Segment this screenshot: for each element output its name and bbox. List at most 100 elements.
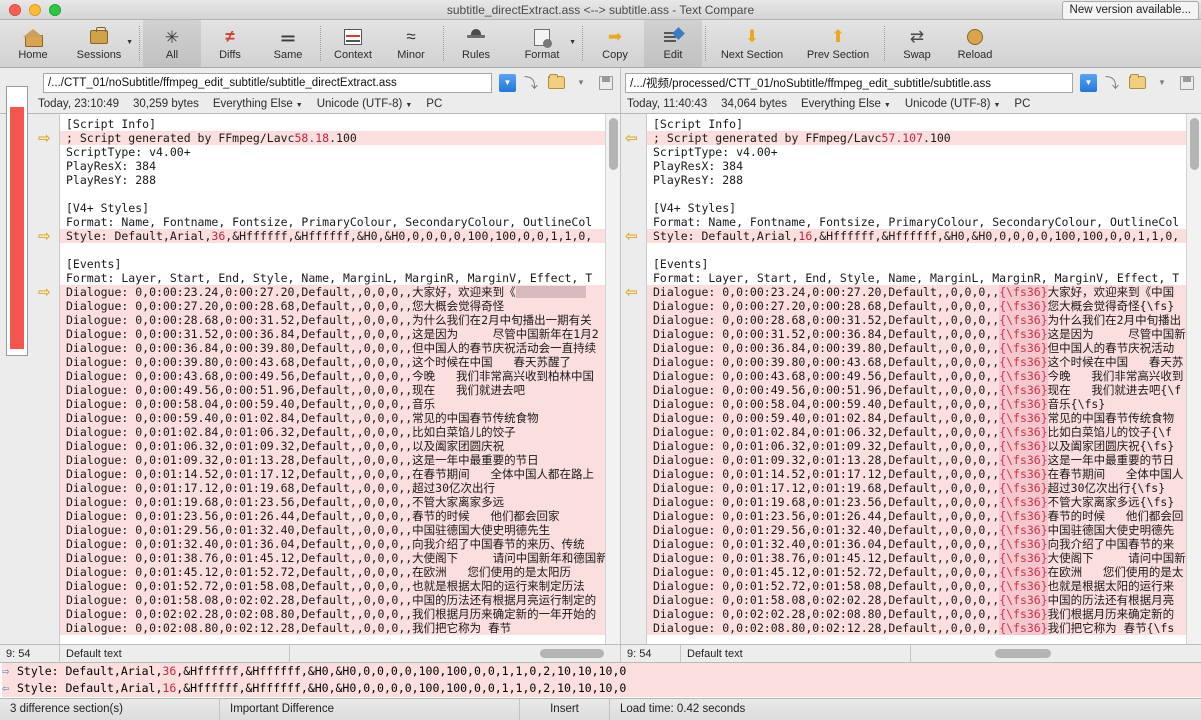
code-line[interactable]: PlayResX: 384: [60, 159, 605, 173]
right-ruleset-dropdown[interactable]: Everything Else ▼: [801, 98, 891, 110]
code-line[interactable]: [647, 243, 1186, 257]
right-code-area[interactable]: [Script Info]; Script generated by FFmpe…: [647, 114, 1186, 644]
code-line[interactable]: Style: Default,Arial,16,&Hffffff,&Hfffff…: [647, 229, 1186, 243]
toolbar-button-copy[interactable]: ➡ Copy: [586, 20, 644, 67]
code-line[interactable]: Dialogue: 0,0:02:02.28,0:02:08.80,Defaul…: [647, 607, 1186, 621]
left-path-input[interactable]: /.../CTT_01/noSubtitle/ffmpeg_edit_subti…: [43, 72, 492, 93]
code-line[interactable]: [V4+ Styles]: [60, 201, 605, 215]
detail-line[interactable]: ⇦ Style: Default,Arial,16,&Hffffff,&Hffff…: [2, 680, 1201, 697]
code-line[interactable]: Dialogue: 0,0:01:19.68,0:01:23.56,Defaul…: [60, 495, 605, 509]
right-path-dropdown-button[interactable]: ▼: [1080, 73, 1097, 92]
code-line[interactable]: Format: Name, Fontname, Fontsize, Primar…: [60, 215, 605, 229]
code-line[interactable]: Dialogue: 0,0:00:27.20,0:00:28.68,Defaul…: [60, 299, 605, 313]
right-vertical-scrollbar[interactable]: [1186, 114, 1201, 644]
left-hscroll-thumb[interactable]: [540, 648, 604, 658]
left-path-dropdown-button[interactable]: ▼: [499, 73, 516, 92]
right-scroll-thumb[interactable]: [1190, 118, 1199, 170]
right-horizontal-scrollbar[interactable]: [911, 645, 1201, 663]
code-line[interactable]: Dialogue: 0,0:01:06.32,0:01:09.32,Defaul…: [60, 439, 605, 453]
code-line[interactable]: Dialogue: 0,0:00:31.52,0:00:36.84,Defaul…: [647, 327, 1186, 341]
code-line[interactable]: PlayResX: 384: [647, 159, 1186, 173]
code-line[interactable]: Dialogue: 0,0:00:39.80,0:00:43.68,Defaul…: [647, 355, 1186, 369]
code-line[interactable]: Dialogue: 0,0:01:38.76,0:01:45.12,Defaul…: [60, 551, 605, 565]
code-line[interactable]: [Events]: [60, 257, 605, 271]
left-open-folder-icon[interactable]: [546, 73, 566, 93]
code-line[interactable]: Dialogue: 0,0:00:36.84,0:00:39.80,Defaul…: [647, 341, 1186, 355]
code-line[interactable]: Dialogue: 0,0:02:08.80,0:02:12.28,Defaul…: [647, 621, 1186, 635]
minimize-button[interactable]: [29, 3, 41, 16]
code-line[interactable]: Dialogue: 0,0:01:09.32,0:01:13.28,Defaul…: [647, 453, 1186, 467]
code-line[interactable]: Dialogue: 0,0:01:29.56,0:01:32.40,Defaul…: [60, 523, 605, 537]
left-browse-history-icon[interactable]: ⤵: [521, 73, 541, 93]
left-folder-dropdown-icon[interactable]: ▼: [571, 73, 591, 93]
code-line[interactable]: Dialogue: 0,0:00:43.68,0:00:49.56,Defaul…: [60, 369, 605, 383]
difference-detail-panel[interactable]: ⇨ Style: Default,Arial,36,&Hffffff,&Hffff…: [0, 662, 1201, 698]
toolbar-button-reload[interactable]: Reload: [946, 20, 1004, 67]
right-open-folder-icon[interactable]: [1127, 73, 1147, 93]
code-line[interactable]: Dialogue: 0,0:00:59.40,0:01:02.84,Defaul…: [60, 411, 605, 425]
right-encoding-dropdown[interactable]: Unicode (UTF-8) ▼: [905, 98, 1001, 110]
code-line[interactable]: Dialogue: 0,0:01:32.40,0:01:36.04,Defaul…: [647, 537, 1186, 551]
toolbar-button-swap[interactable]: ⇄ Swap: [888, 20, 946, 67]
code-line[interactable]: ; Script generated by FFmpeg/Lavc58.18.1…: [60, 131, 605, 145]
code-line[interactable]: Dialogue: 0,0:00:36.84,0:00:39.80,Defaul…: [60, 341, 605, 355]
code-line[interactable]: Dialogue: 0,0:01:45.12,0:01:52.72,Defaul…: [647, 565, 1186, 579]
code-line[interactable]: Dialogue: 0,0:00:23.24,0:00:27.20,Defaul…: [647, 285, 1186, 299]
code-line[interactable]: Dialogue: 0,0:01:17.12,0:01:19.68,Defaul…: [647, 481, 1186, 495]
code-line[interactable]: Dialogue: 0,0:01:19.68,0:01:23.56,Defaul…: [647, 495, 1186, 509]
toolbar-button-prev-section[interactable]: ⬆ Prev Section: [795, 20, 881, 67]
code-line[interactable]: PlayResY: 288: [60, 173, 605, 187]
code-line[interactable]: Dialogue: 0,0:00:43.68,0:00:49.56,Defaul…: [647, 369, 1186, 383]
code-line[interactable]: [647, 187, 1186, 201]
code-line[interactable]: Dialogue: 0,0:00:58.04,0:00:59.40,Defaul…: [60, 397, 605, 411]
difference-marker-arrow[interactable]: ⇨: [38, 131, 51, 146]
toolbar-button-all[interactable]: ✳ All: [143, 20, 201, 67]
code-line[interactable]: [Script Info]: [60, 117, 605, 131]
code-line[interactable]: Dialogue: 0,0:01:14.52,0:01:17.12,Defaul…: [647, 467, 1186, 481]
toolbar-button-next-section[interactable]: ⬇ Next Section: [709, 20, 795, 67]
code-line[interactable]: Dialogue: 0,0:01:38.76,0:01:45.12,Defaul…: [647, 551, 1186, 565]
code-line[interactable]: Dialogue: 0,0:00:59.40,0:01:02.84,Defaul…: [647, 411, 1186, 425]
toolbar-button-sessions[interactable]: Sessions ▼: [62, 20, 136, 67]
toolbar-button-same[interactable]: ＝ Same: [259, 20, 317, 67]
left-ruleset-dropdown[interactable]: Everything Else ▼: [213, 98, 303, 110]
code-line[interactable]: Dialogue: 0,0:01:23.56,0:01:26.44,Defaul…: [647, 509, 1186, 523]
code-line[interactable]: [Events]: [647, 257, 1186, 271]
code-line[interactable]: Format: Name, Fontname, Fontsize, Primar…: [647, 215, 1186, 229]
code-line[interactable]: Dialogue: 0,0:01:06.32,0:01:09.32,Defaul…: [647, 439, 1186, 453]
code-line[interactable]: [Script Info]: [647, 117, 1186, 131]
maximize-button[interactable]: [49, 3, 61, 16]
chevron-down-icon[interactable]: ▼: [569, 39, 576, 46]
code-line[interactable]: ScriptType: v4.00+: [60, 145, 605, 159]
window-controls[interactable]: [0, 3, 61, 16]
toolbar-button-format[interactable]: Format ▼: [505, 20, 579, 67]
left-diff-overview-map[interactable]: [0, 86, 34, 644]
difference-marker-arrow[interactable]: ⇦: [625, 229, 638, 244]
code-line[interactable]: Dialogue: 0,0:00:23.24,0:00:27.20,Defaul…: [60, 285, 605, 299]
chevron-down-icon[interactable]: ▼: [126, 39, 133, 46]
code-line[interactable]: Dialogue: 0,0:01:02.84,0:01:06.32,Defaul…: [647, 425, 1186, 439]
difference-marker-arrow[interactable]: ⇨: [38, 285, 51, 300]
code-line[interactable]: Dialogue: 0,0:01:52.72,0:01:58.08,Defaul…: [60, 579, 605, 593]
right-path-input[interactable]: /.../视频/processed/CTT_01/noSubtitle/ffmp…: [625, 72, 1073, 93]
code-line[interactable]: Dialogue: 0,0:01:17.12,0:01:19.68,Defaul…: [60, 481, 605, 495]
code-line[interactable]: Dialogue: 0,0:01:29.56,0:01:32.40,Defaul…: [647, 523, 1186, 537]
left-encoding-dropdown[interactable]: Unicode (UTF-8) ▼: [317, 98, 413, 110]
code-line[interactable]: Dialogue: 0,0:01:23.56,0:01:26.44,Defaul…: [60, 509, 605, 523]
code-line[interactable]: Dialogue: 0,0:00:49.56,0:00:51.96,Defaul…: [60, 383, 605, 397]
left-vertical-scrollbar[interactable]: [605, 114, 620, 644]
code-line[interactable]: [V4+ Styles]: [647, 201, 1186, 215]
code-line[interactable]: Dialogue: 0,0:01:02.84,0:01:06.32,Defaul…: [60, 425, 605, 439]
toolbar-button-edit[interactable]: Edit: [644, 20, 702, 67]
code-line[interactable]: Dialogue: 0,0:01:58.08,0:02:02.28,Defaul…: [647, 593, 1186, 607]
toolbar-button-minor[interactable]: ≈ Minor: [382, 20, 440, 67]
code-line[interactable]: Style: Default,Arial,36,&Hffffff,&Hfffff…: [60, 229, 605, 243]
code-line[interactable]: [60, 187, 605, 201]
right-browse-history-icon[interactable]: ⤵: [1102, 73, 1122, 93]
code-line[interactable]: Dialogue: 0,0:00:27.20,0:00:28.68,Defaul…: [647, 299, 1186, 313]
toolbar-button-diffs[interactable]: ≠ Diffs: [201, 20, 259, 67]
code-line[interactable]: Dialogue: 0,0:00:58.04,0:00:59.40,Defaul…: [647, 397, 1186, 411]
code-line[interactable]: Dialogue: 0,0:00:28.68,0:00:31.52,Defaul…: [60, 313, 605, 327]
code-line[interactable]: Dialogue: 0,0:01:45.12,0:01:52.72,Defaul…: [60, 565, 605, 579]
code-line[interactable]: PlayResY: 288: [647, 173, 1186, 187]
